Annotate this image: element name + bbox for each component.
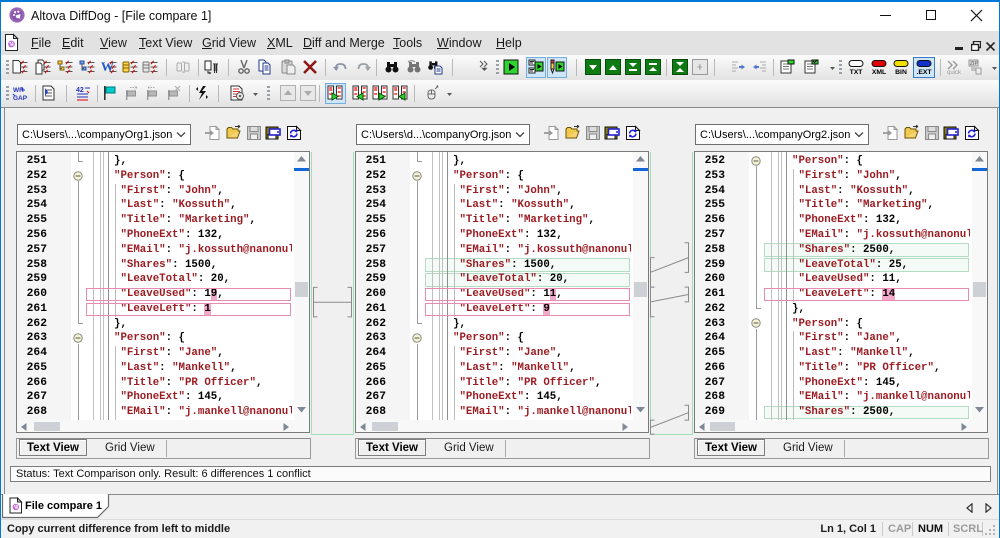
svg-text:42: 42 [76, 87, 84, 94]
svg-text:GAP: GAP [13, 95, 28, 101]
svg-text:BIN: BIN [895, 69, 907, 75]
svg-text:.EXT: .EXT [916, 69, 932, 75]
svg-text:XML: XML [872, 69, 886, 75]
svg-text:TXT: TXT [850, 69, 864, 75]
svg-text:ZIP: ZIP [970, 61, 978, 67]
svg-text:quick: quick [947, 70, 962, 75]
